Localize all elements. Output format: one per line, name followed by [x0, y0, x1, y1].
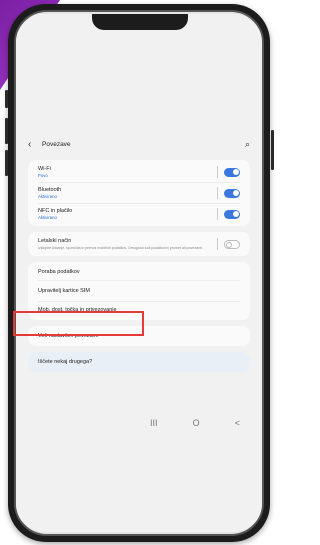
phone-screen: ‹ Povezave ⌕ Wi-Fi Povo Bluetooth Aktivi…: [16, 14, 262, 532]
side-button-left-3: [5, 150, 8, 176]
home-icon[interactable]: O: [193, 418, 200, 428]
airplane-card: Letalski način Izklopite klicanje, sporo…: [28, 232, 250, 257]
bluetooth-row[interactable]: Bluetooth Aktivirano: [28, 183, 250, 203]
back-icon[interactable]: ‹: [28, 139, 42, 150]
side-button-left-1: [5, 90, 8, 108]
airplane-row[interactable]: Letalski način Izklopite klicanje, sporo…: [28, 234, 250, 254]
row-divider: [217, 187, 218, 199]
airplane-toggle[interactable]: [224, 239, 240, 249]
settings-header: ‹ Povezave ⌕: [28, 134, 250, 154]
suggestion-row[interactable]: Iščete nekaj drugega?: [28, 354, 250, 370]
settings-content: ‹ Povezave ⌕ Wi-Fi Povo Bluetooth Aktivi…: [28, 134, 250, 373]
back-nav-icon[interactable]: <: [235, 418, 240, 428]
bluetooth-toggle[interactable]: [224, 188, 240, 198]
wifi-title: Wi-Fi: [38, 166, 51, 172]
nfc-text: NFC in plačilo Aktivirano: [38, 208, 217, 220]
nfc-row[interactable]: NFC in plačilo Aktivirano: [28, 204, 250, 224]
sim-manager-row[interactable]: Upravitelj kartice SIM: [28, 281, 250, 301]
navigation-bar: III O <: [150, 418, 240, 428]
toggle-knob: [232, 169, 239, 175]
data-usage-row[interactable]: Poraba podatkov: [28, 264, 250, 280]
nfc-title: NFC in plačilo: [38, 208, 73, 214]
side-button-right: [271, 130, 274, 170]
search-icon[interactable]: ⌕: [240, 139, 250, 150]
airplane-text: Letalski način Izklopite klicanje, sporo…: [38, 238, 217, 250]
page-title: Povezave: [42, 140, 71, 148]
recent-apps-icon[interactable]: III: [150, 418, 158, 428]
connectivity-card: Wi-Fi Povo Bluetooth Aktivirano NFC in p…: [28, 160, 250, 226]
wifi-row[interactable]: Wi-Fi Povo: [28, 162, 250, 182]
wifi-text: Wi-Fi Povo: [38, 166, 217, 178]
wifi-toggle[interactable]: [224, 167, 240, 177]
phone-notch: [92, 14, 188, 30]
wifi-status: Povo: [38, 173, 48, 178]
row-divider: [217, 166, 218, 178]
bluetooth-text: Bluetooth Aktivirano: [38, 187, 217, 199]
data-usage-title: Poraba podatkov: [38, 269, 80, 276]
row-divider: [217, 238, 218, 251]
sim-manager-title: Upravitelj kartice SIM: [38, 288, 90, 295]
sim-manager-highlight: [13, 311, 144, 336]
row-divider: [217, 208, 218, 220]
bluetooth-status: Aktivirano: [38, 194, 57, 199]
toggle-knob: [226, 241, 232, 248]
nfc-toggle[interactable]: [224, 209, 240, 219]
toggle-knob: [232, 211, 239, 217]
airplane-title: Letalski način: [38, 238, 72, 244]
nfc-status: Aktivirano: [38, 215, 57, 220]
bluetooth-title: Bluetooth: [38, 187, 62, 193]
side-button-left-2: [5, 118, 8, 144]
toggle-knob: [232, 190, 239, 196]
suggestion-card: Iščete nekaj drugega?: [28, 352, 250, 373]
suggestion-title: Iščete nekaj drugega?: [38, 359, 93, 366]
airplane-description: Izklopite klicanje, sporočila in prenos …: [38, 246, 203, 250]
